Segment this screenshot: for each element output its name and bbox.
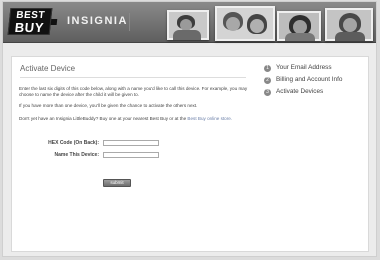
photo-child-3 — [277, 11, 321, 41]
step-number-badge: 3 — [264, 89, 271, 96]
header-divider — [129, 13, 130, 31]
device-name-label: Name This Device: — [54, 152, 99, 158]
device-name-input[interactable] — [103, 152, 159, 158]
submit-button[interactable]: submit — [103, 179, 131, 187]
page-title: Activate Device — [20, 64, 76, 73]
step-label: Activate Devices — [276, 88, 324, 95]
best-buy-logo[interactable]: BEST BUY — [7, 8, 53, 35]
step-billing: 2 Billing and Account Info — [264, 76, 368, 86]
main-panel: Activate Device Enter the last six digit… — [11, 56, 369, 252]
promo-text: Don't yet have an Insignia LittleBuddy? … — [19, 116, 249, 122]
step-number-badge: 2 — [264, 77, 271, 84]
step-label: Billing and Account Info — [276, 76, 343, 83]
hex-code-label: HEX Code (On Back): — [48, 140, 99, 146]
page: BEST BUY INSIGNIA Activate Device Enter … — [2, 1, 377, 257]
step-number-badge: 1 — [264, 65, 271, 72]
title-divider — [20, 77, 246, 78]
site-header: BEST BUY INSIGNIA — [3, 2, 376, 43]
hex-code-input[interactable] — [103, 140, 159, 146]
step-activate: 3 Activate Devices — [264, 88, 368, 98]
photo-child-4 — [325, 8, 373, 41]
instructions-multiple-devices: If you have more than one device, you'll… — [19, 103, 198, 108]
best-buy-online-store-link[interactable]: Best Buy online store. — [187, 116, 232, 121]
step-email: 1 Your Email Address — [264, 64, 368, 74]
photo-child-2 — [215, 6, 275, 41]
header-photo-strip — [163, 5, 376, 41]
instructions-activate: Enter the last six digits of this code b… — [19, 86, 248, 97]
promo-message: Don't yet have an Insignia LittleBuddy? … — [19, 116, 188, 121]
logo-line-2: BUY — [14, 20, 45, 35]
step-label: Your Email Address — [276, 64, 332, 71]
photo-child-1 — [167, 10, 209, 40]
insignia-brand: INSIGNIA — [67, 15, 128, 27]
